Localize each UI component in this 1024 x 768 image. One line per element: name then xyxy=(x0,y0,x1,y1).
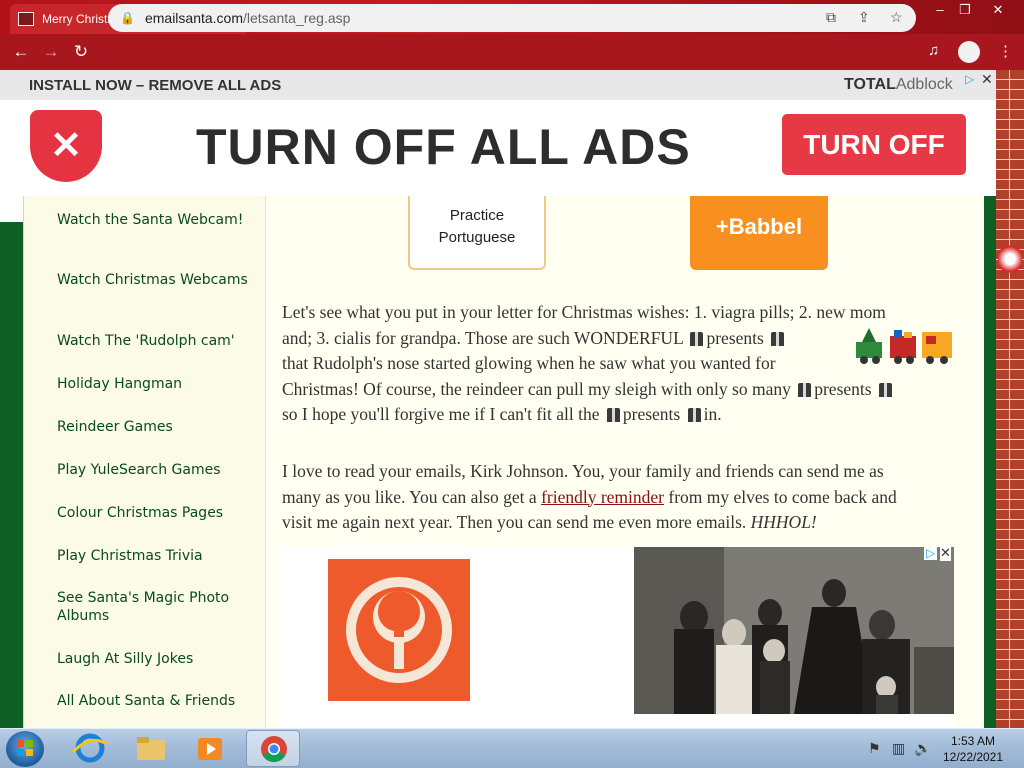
media-player-icon[interactable] xyxy=(183,730,237,767)
site-favicon-icon xyxy=(18,12,34,26)
gift-icon xyxy=(878,382,892,397)
address-bar[interactable]: 🔒 emailsanta.com /letsanta_reg.asp ⧉ ⇪ ☆ xyxy=(108,4,916,32)
sidebar-item-silly-jokes[interactable]: Laugh At Silly Jokes xyxy=(57,650,257,668)
letter-text: presents xyxy=(706,327,764,348)
sidebar-item-santa-friends[interactable]: All About Santa & Friends xyxy=(57,692,257,710)
letter-line: Let's see what you put in your letter fo… xyxy=(282,302,886,322)
lock-icon: 🔒 xyxy=(120,11,135,25)
sidebar-item-colour-pages[interactable]: Colour Christmas Pages xyxy=(57,504,257,522)
url-domain: emailsanta.com xyxy=(144,10,243,26)
minimize-button[interactable]: – xyxy=(928,2,952,17)
sidebar-item-santa-webcam[interactable]: Watch the Santa Webcam! xyxy=(57,211,257,229)
sidebar-item-holiday-hangman[interactable]: Holiday Hangman xyxy=(57,375,257,393)
page-border-left xyxy=(0,196,23,728)
gift-icon xyxy=(687,408,701,423)
letter-paragraph-1: Let's see what you put in your letter fo… xyxy=(282,300,895,428)
close-window-button[interactable]: ✕ xyxy=(986,2,1010,18)
turn-off-ads-button[interactable]: TURN OFF xyxy=(782,114,966,175)
family-photo[interactable] xyxy=(634,547,954,714)
system-clock[interactable]: 1:53 AM 12/22/2021 xyxy=(938,733,1008,765)
practice-portuguese-ad[interactable]: Practice Portuguese xyxy=(408,196,546,270)
sidebar-item-photo-albums[interactable]: See Santa's Magic Photo Albums xyxy=(57,589,257,625)
gift-icon xyxy=(771,331,785,346)
file-explorer-icon[interactable] xyxy=(123,730,177,767)
letter-paragraph-2: I love to read your emails, Kirk Johnson… xyxy=(282,459,897,536)
letter-text: presents xyxy=(814,378,872,399)
adchoices-icon[interactable]: ▷ xyxy=(924,546,938,560)
letter-line: so I hope you'll forgive me if I can't f… xyxy=(282,402,895,428)
sidebar-item-rudolph-cam[interactable]: Watch The 'Rudolph cam' xyxy=(57,332,257,350)
brick-wall-background xyxy=(994,70,1024,728)
forward-button[interactable]: → xyxy=(36,42,66,62)
media-control-icon[interactable]: ♫ xyxy=(928,42,939,59)
gift-icon xyxy=(798,382,812,397)
bookmark-star-icon[interactable]: ☆ xyxy=(890,9,903,26)
volume-icon[interactable]: 🔊 xyxy=(914,740,931,757)
letter-text: many as you like. You can also get a xyxy=(282,486,537,507)
back-button[interactable]: ← xyxy=(6,42,36,62)
letter-text: from my elves to come back and xyxy=(668,486,897,507)
sidebar-item-reindeer-games[interactable]: Reindeer Games xyxy=(57,418,257,436)
gift-icon xyxy=(606,408,620,423)
browser-toolbar: ← → ↻ xyxy=(0,34,1024,70)
network-icon[interactable]: ▥ xyxy=(892,740,905,757)
chrome-taskbar-icon[interactable] xyxy=(246,730,300,767)
adchoices-icon[interactable]: ▷ xyxy=(965,72,974,86)
letter-text: and; 3. cialis for grandpa. Those are su… xyxy=(282,327,684,348)
letter-text: visit me again next year. Then you can s… xyxy=(282,512,747,533)
open-in-app-icon[interactable]: ⧉ xyxy=(826,9,836,26)
clock-date: 12/22/2021 xyxy=(942,750,1004,764)
letter-line: many as you like. You can also get a fri… xyxy=(282,485,897,511)
lang-card-line-2: Portuguese xyxy=(438,229,516,246)
hhhol-text: HHHOL! xyxy=(750,512,817,533)
share-icon[interactable]: ⇪ xyxy=(858,9,870,26)
url-path: /letsanta_reg.asp xyxy=(243,10,351,26)
letter-text: so I hope you'll forgive me if I can't f… xyxy=(282,404,600,425)
ad-close-icon[interactable]: ✕ xyxy=(981,71,993,88)
adblock-brand-light: Adblock xyxy=(895,76,953,93)
clock-time: 1:53 AM xyxy=(950,734,996,748)
profile-avatar[interactable] xyxy=(958,41,980,63)
letter-line: that Rudolph's nose started glowing when… xyxy=(282,353,776,374)
ad-headline[interactable]: TURN OFF ALL ADS xyxy=(196,118,691,176)
sidebar-item-christmas-trivia[interactable]: Play Christmas Trivia xyxy=(57,547,257,565)
shield-icon: ✕ xyxy=(30,110,102,182)
babbel-ad[interactable]: +Babbel xyxy=(690,196,828,270)
adblock-brand-bold: TOTAL xyxy=(844,76,896,93)
letter-line: I love to read your emails, Kirk Johnson… xyxy=(282,461,884,481)
letter-text: Christmas! Of course, the reindeer can p… xyxy=(282,378,791,399)
ad-close-icon[interactable]: ✕ xyxy=(940,545,951,561)
start-button[interactable] xyxy=(6,731,44,767)
santa-ornament-icon xyxy=(998,242,1022,276)
browser-menu-icon[interactable]: ⋮ xyxy=(998,42,1013,60)
toy-train-icon xyxy=(856,328,952,364)
reload-button[interactable]: ↻ xyxy=(66,42,96,62)
lang-card-line-1: Practice xyxy=(449,207,505,224)
page-border-right xyxy=(984,196,996,728)
gift-icon xyxy=(690,331,704,346)
internet-explorer-icon[interactable] xyxy=(63,730,117,767)
letter-line: visit me again next year. Then you can s… xyxy=(282,510,897,536)
friendly-reminder-link[interactable]: friendly reminder xyxy=(541,487,664,507)
letter-text: in. xyxy=(703,404,722,425)
letter-line: Christmas! Of course, the reindeer can p… xyxy=(282,377,895,403)
action-center-icon[interactable]: ⚑ xyxy=(868,740,881,757)
tree-logo-icon[interactable] xyxy=(328,559,470,701)
letter-text: presents xyxy=(622,404,681,425)
letter-line: and; 3. cialis for grandpa. Those are su… xyxy=(282,326,895,352)
adblock-brand: TOTALAdblock xyxy=(844,76,953,94)
sidebar-item-christmas-webcams[interactable]: Watch Christmas Webcams xyxy=(57,271,257,289)
restore-button[interactable]: ❐ xyxy=(953,2,977,18)
sidebar-item-yulesearch-games[interactable]: Play YuleSearch Games xyxy=(57,461,257,479)
